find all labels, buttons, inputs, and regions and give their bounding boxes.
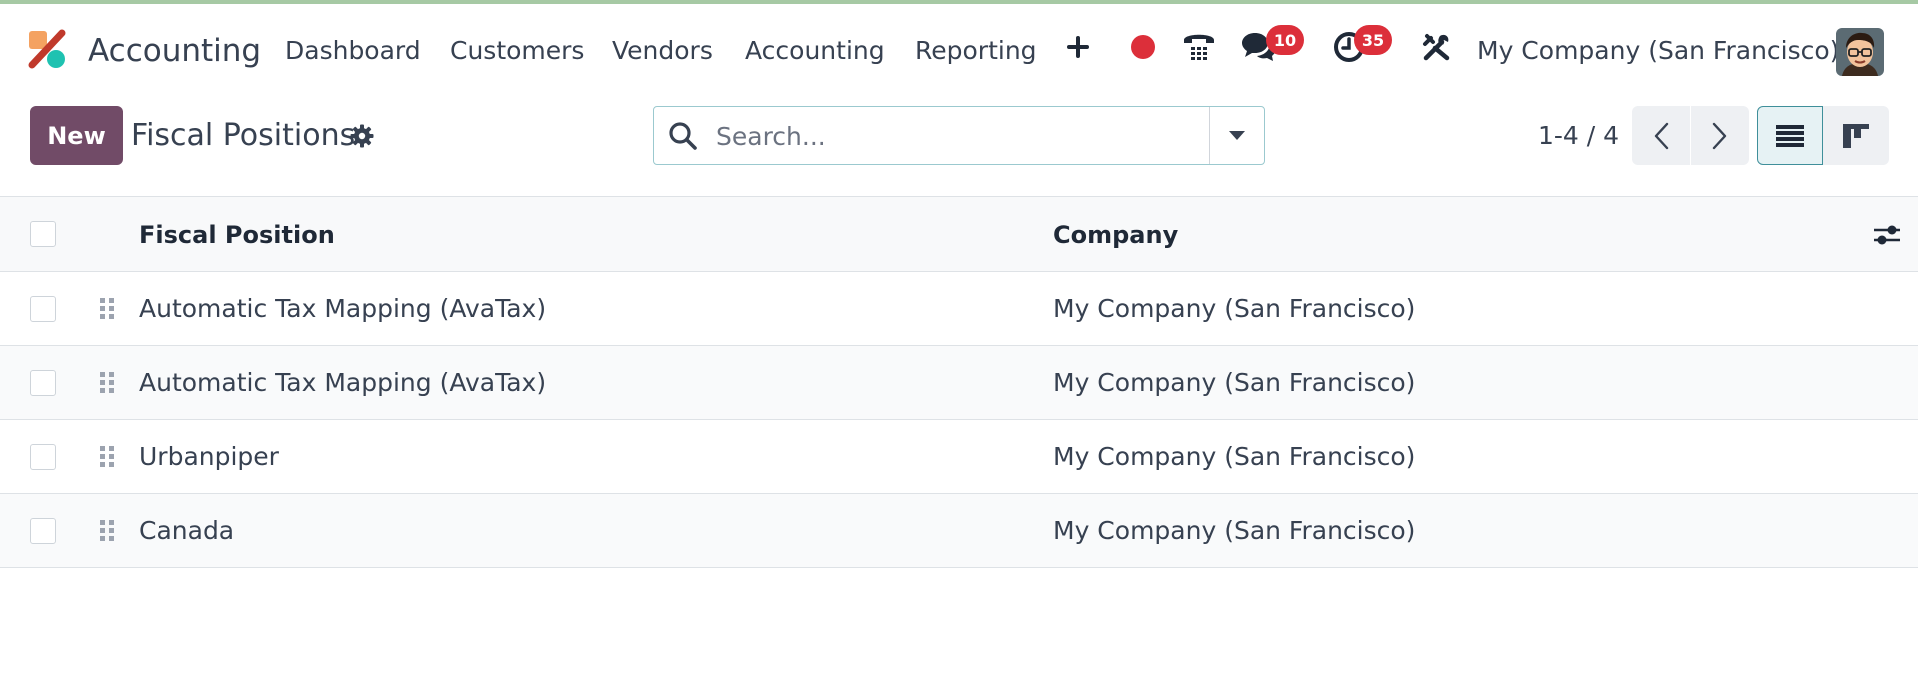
phone-icon[interactable]	[1180, 28, 1218, 66]
list-view-button[interactable]	[1757, 106, 1823, 165]
chevron-left-icon	[1654, 122, 1669, 149]
select-all-checkbox[interactable]	[30, 221, 56, 247]
table-row[interactable]: Automatic Tax Mapping (AvaTax) My Compan…	[0, 272, 1918, 346]
drag-handle-icon[interactable]	[98, 370, 116, 396]
row-checkbox[interactable]	[30, 370, 56, 396]
drag-handle-icon[interactable]	[98, 444, 116, 470]
company-cell[interactable]: My Company (San Francisco)	[1053, 516, 1415, 545]
search-input[interactable]	[714, 115, 1158, 157]
navbar: Accounting Dashboard Customers Vendors A…	[0, 4, 1918, 96]
column-header-fiscal-position[interactable]: Fiscal Position	[139, 221, 335, 249]
pager-previous-button[interactable]	[1632, 106, 1690, 165]
search-options-toggle[interactable]	[1209, 107, 1264, 164]
fiscal-position-cell[interactable]: Urbanpiper	[139, 442, 279, 471]
menu-reporting[interactable]: Reporting	[915, 36, 1037, 65]
menu-accounting[interactable]: Accounting	[745, 36, 885, 65]
user-avatar[interactable]	[1836, 28, 1884, 76]
company-cell[interactable]: My Company (San Francisco)	[1053, 294, 1415, 323]
pager-next-button[interactable]	[1691, 106, 1749, 165]
row-checkbox[interactable]	[30, 518, 56, 544]
pager-value[interactable]: 1-4 / 4	[1538, 121, 1619, 150]
kanban-view-button[interactable]	[1823, 106, 1889, 165]
company-cell[interactable]: My Company (San Francisco)	[1053, 442, 1415, 471]
search-icon	[669, 122, 697, 150]
column-header-company[interactable]: Company	[1053, 221, 1178, 249]
caret-down-icon	[1229, 130, 1245, 140]
optional-columns-toggle-icon[interactable]	[1872, 221, 1902, 249]
drag-handle-icon[interactable]	[98, 296, 116, 322]
kanban-view-icon	[1843, 123, 1869, 148]
page-title: Fiscal Positions	[131, 118, 356, 153]
table-row[interactable]: Urbanpiper My Company (San Francisco)	[0, 420, 1918, 494]
chevron-right-icon	[1712, 122, 1727, 149]
menu-vendors[interactable]: Vendors	[612, 36, 713, 65]
tools-icon[interactable]	[1418, 28, 1456, 66]
menu-customers[interactable]: Customers	[450, 36, 584, 65]
accounting-app-icon[interactable]	[28, 29, 68, 69]
new-button[interactable]: New	[30, 106, 123, 165]
row-checkbox[interactable]	[30, 444, 56, 470]
record-icon[interactable]	[1124, 28, 1162, 66]
fiscal-position-cell[interactable]: Automatic Tax Mapping (AvaTax)	[139, 294, 546, 323]
table-row[interactable]: Automatic Tax Mapping (AvaTax) My Compan…	[0, 346, 1918, 420]
table-header: Fiscal Position Company	[0, 196, 1918, 272]
row-checkbox[interactable]	[30, 296, 56, 322]
fiscal-position-cell[interactable]: Canada	[139, 516, 234, 545]
fiscal-positions-table: Fiscal Position Company Automatic Tax Ma…	[0, 196, 1918, 568]
company-switcher[interactable]: My Company (San Francisco)	[1477, 36, 1839, 65]
drag-handle-icon[interactable]	[98, 518, 116, 544]
activities-badge: 35	[1354, 25, 1392, 55]
app-name[interactable]: Accounting	[88, 33, 261, 69]
plus-icon[interactable]	[1059, 28, 1097, 66]
company-cell[interactable]: My Company (San Francisco)	[1053, 368, 1415, 397]
list-view-icon	[1776, 124, 1804, 147]
gear-icon[interactable]	[350, 124, 374, 148]
menu-dashboard[interactable]: Dashboard	[285, 36, 421, 65]
table-row[interactable]: Canada My Company (San Francisco)	[0, 494, 1918, 568]
search-bar	[653, 106, 1265, 165]
messages-badge: 10	[1266, 25, 1304, 55]
fiscal-position-cell[interactable]: Automatic Tax Mapping (AvaTax)	[139, 368, 546, 397]
